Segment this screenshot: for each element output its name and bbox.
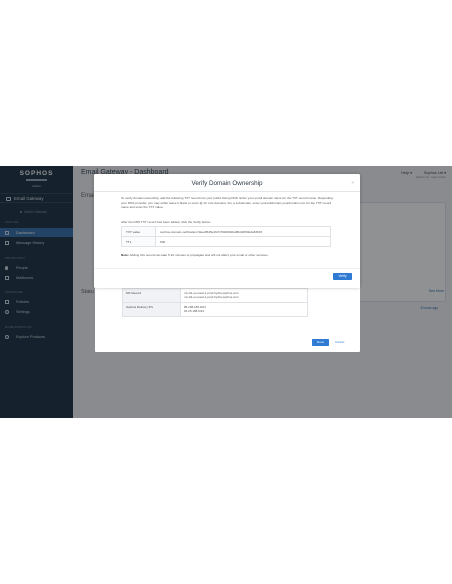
table-row: MX Record mx-01-eu-west-1.prod.hydra.sop… bbox=[122, 288, 308, 303]
record-label: TXT value bbox=[121, 225, 156, 238]
row-label: MX Record bbox=[122, 288, 181, 303]
close-icon[interactable]: × bbox=[351, 180, 354, 185]
dialog-note: Note: Adding this record can take 5-10 m… bbox=[121, 253, 269, 257]
done-button[interactable]: Done bbox=[312, 339, 329, 346]
row-value-line: mx-02-eu-west-1.prod.hydra.sophos.com bbox=[184, 295, 239, 300]
table-row: Sophos Delivery IPs 85.208.189.0/24 91.25… bbox=[122, 301, 308, 317]
dialog-footer-divider bbox=[94, 268, 360, 269]
note-text: Adding this record can take 5-10 minutes… bbox=[129, 253, 269, 257]
dialog-after-text: After the DNS TXT record has been added,… bbox=[121, 220, 212, 224]
record-label: TTL bbox=[121, 236, 156, 248]
row-value-line: 91.25.188.0/24 bbox=[184, 309, 205, 314]
verify-button[interactable]: Verify bbox=[333, 273, 352, 280]
verify-domain-dialog: Verify Domain Ownership × To verify doma… bbox=[94, 174, 360, 288]
dialog-instructions: To verify domain ownership, add the foll… bbox=[121, 196, 333, 210]
dns-record-table: TXT value sophos-domain-verification=9ae… bbox=[121, 225, 331, 248]
row-value: mx-01-eu-west-1.prod.hydra.sophos.com mx-… bbox=[180, 288, 308, 303]
txt-value[interactable]: sophos-domain-verification=9ae2f6d5e4f27… bbox=[155, 225, 331, 238]
table-row: TTL 600 bbox=[121, 236, 331, 248]
row-value: 85.208.189.0/24 91.25.188.0/24 bbox=[180, 301, 308, 317]
table-row: TXT value sophos-domain-verification=9ae… bbox=[121, 225, 331, 238]
ttl-value[interactable]: 600 bbox=[155, 236, 331, 248]
mail-flow-table: MX Record mx-01-eu-west-1.prod.hydra.sop… bbox=[122, 288, 308, 317]
app-frame: SOPHOS Admin Email Gateway Switch Gatewa… bbox=[0, 166, 452, 418]
dialog-divider bbox=[94, 191, 360, 192]
cancel-button[interactable]: Cancel bbox=[335, 339, 344, 346]
row-label: Sophos Delivery IPs bbox=[122, 301, 181, 317]
dialog-title: Verify Domain Ownership bbox=[191, 180, 263, 187]
note-label: Note: bbox=[121, 253, 129, 257]
